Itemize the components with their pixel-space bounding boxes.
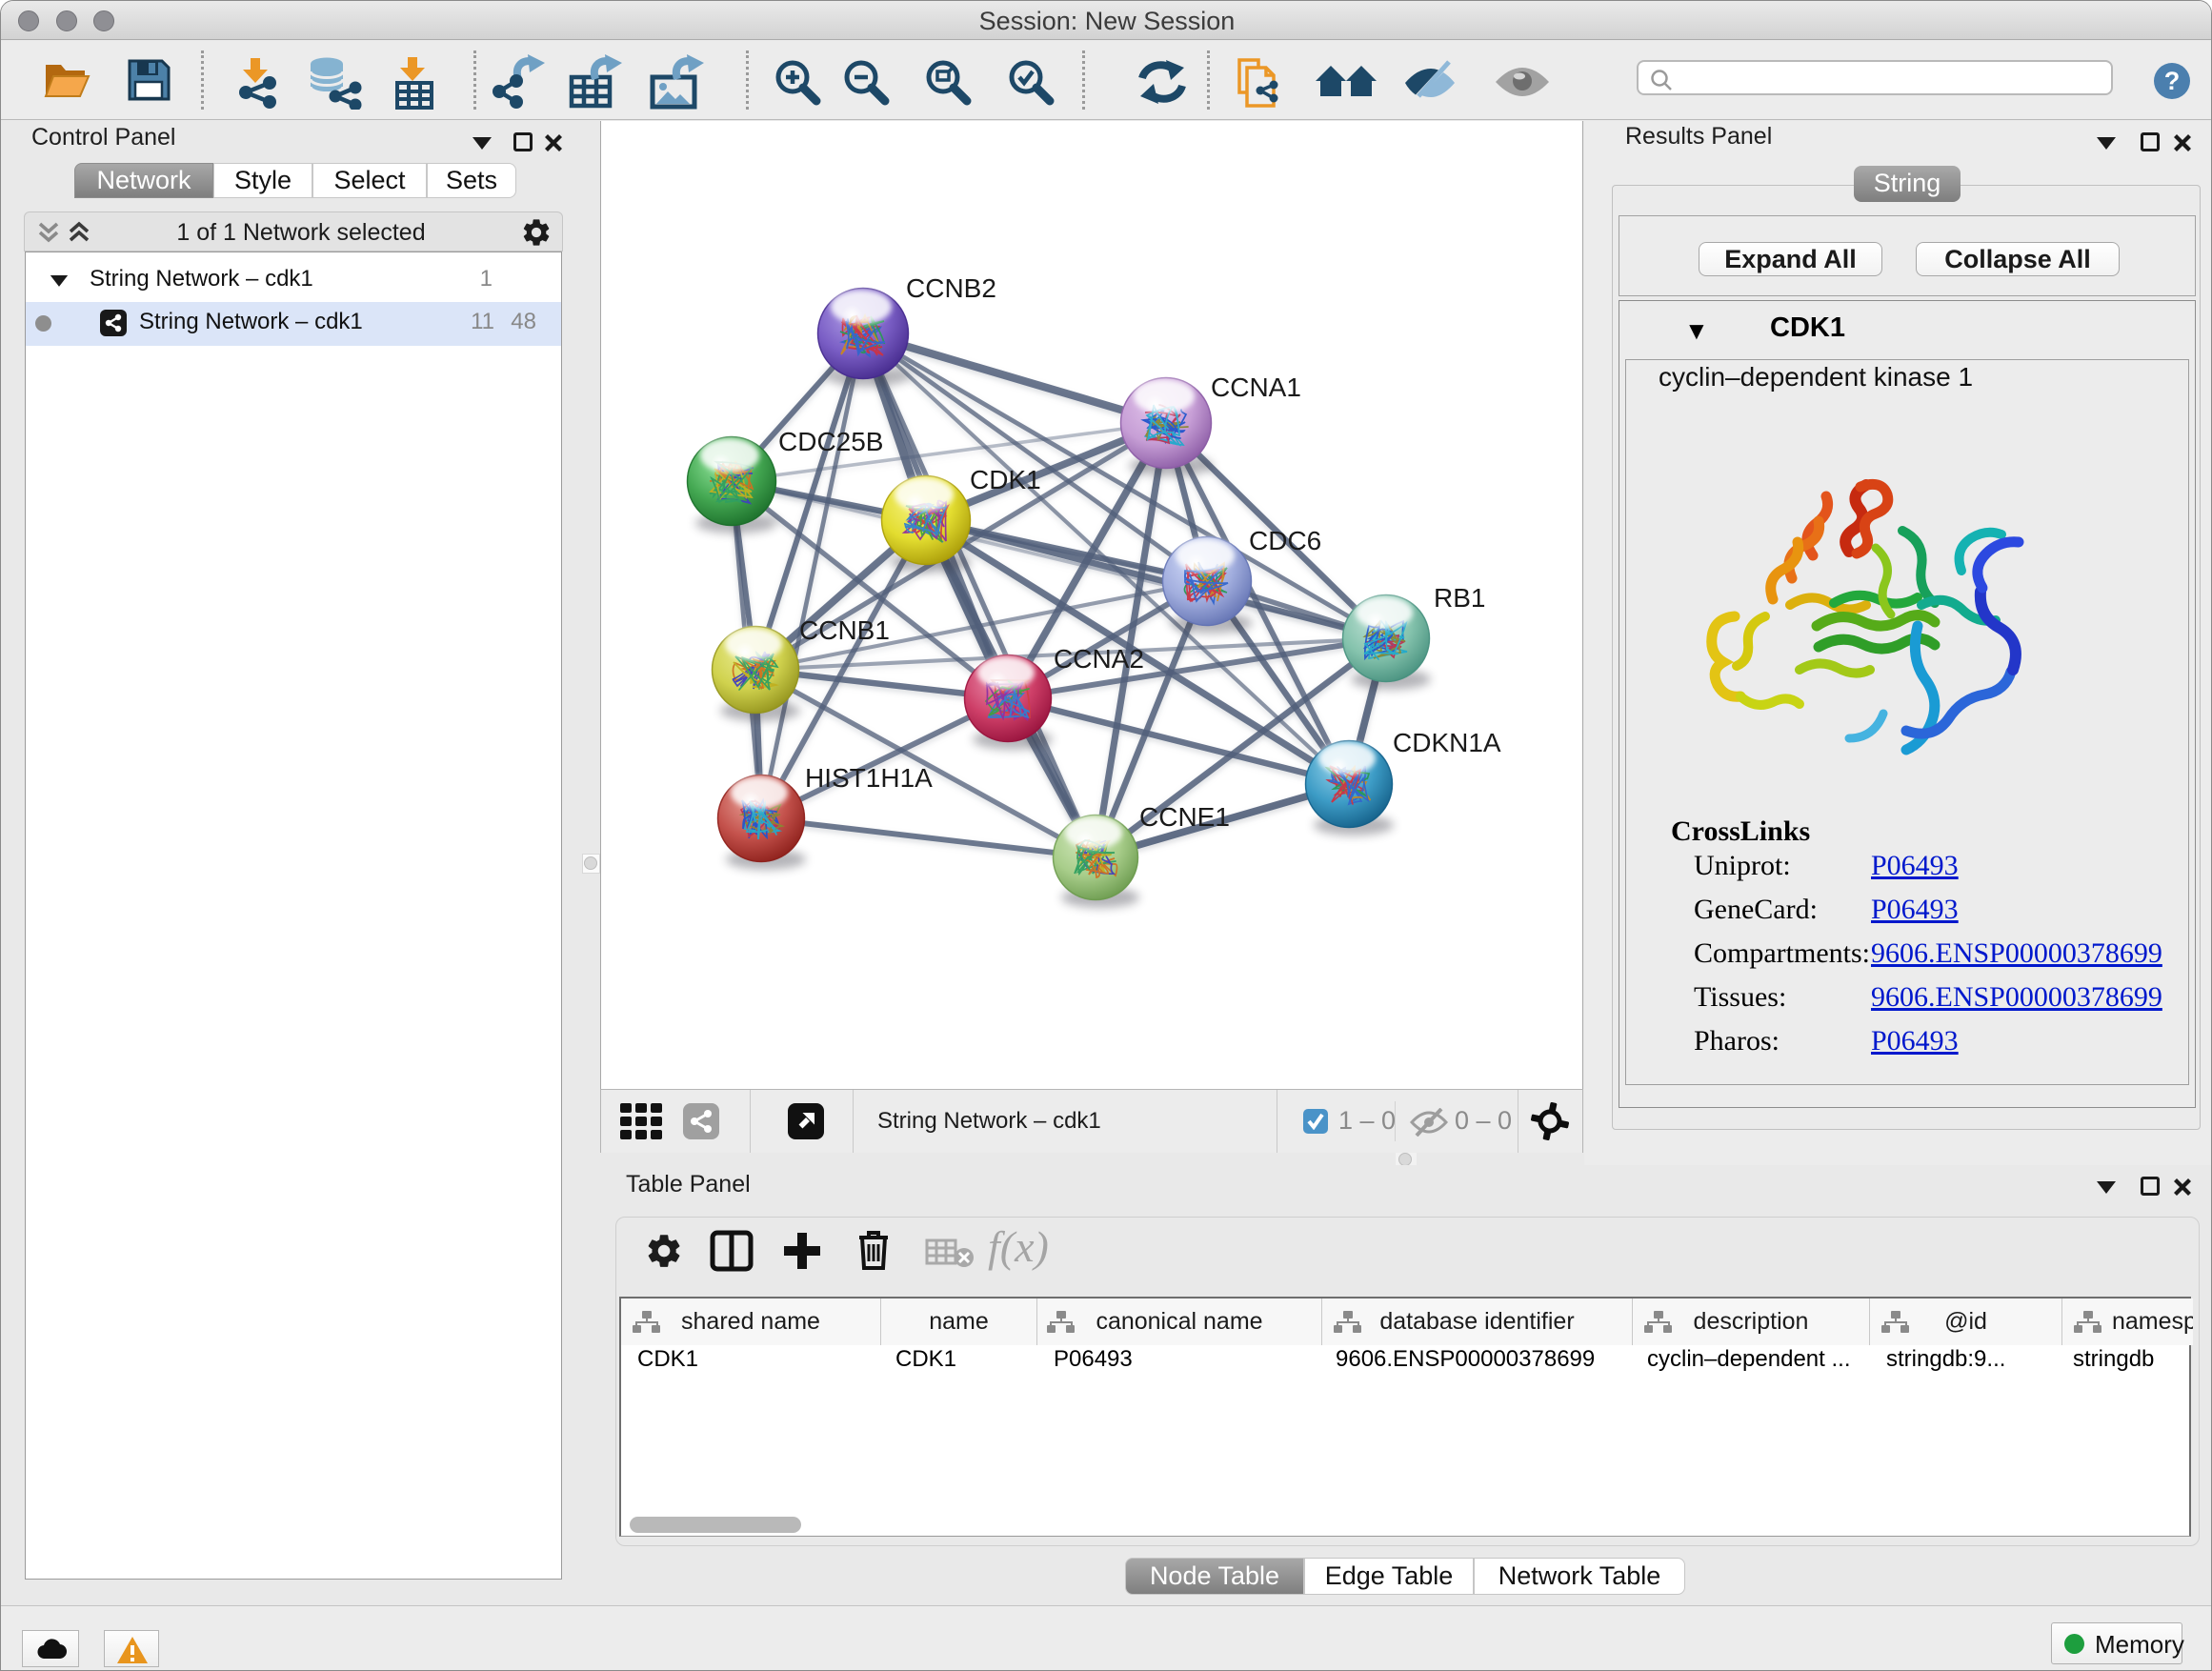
svg-text:CCNB2: CCNB2: [906, 273, 996, 303]
svg-text:?: ?: [2164, 67, 2181, 95]
svg-text:HIST1H1A: HIST1H1A: [805, 763, 933, 793]
svg-text:CDC6: CDC6: [1249, 526, 1321, 555]
svg-text:RB1: RB1: [1434, 583, 1485, 613]
svg-text:CDK1: CDK1: [970, 465, 1041, 494]
svg-text:CCNB1: CCNB1: [799, 615, 890, 645]
svg-text:CDKN1A: CDKN1A: [1393, 728, 1501, 757]
svg-text:CCNA1: CCNA1: [1211, 372, 1301, 402]
svg-text:CDC25B: CDC25B: [778, 427, 883, 456]
svg-text:CCNA2: CCNA2: [1054, 644, 1144, 674]
svg-text:CCNE1: CCNE1: [1139, 802, 1230, 832]
